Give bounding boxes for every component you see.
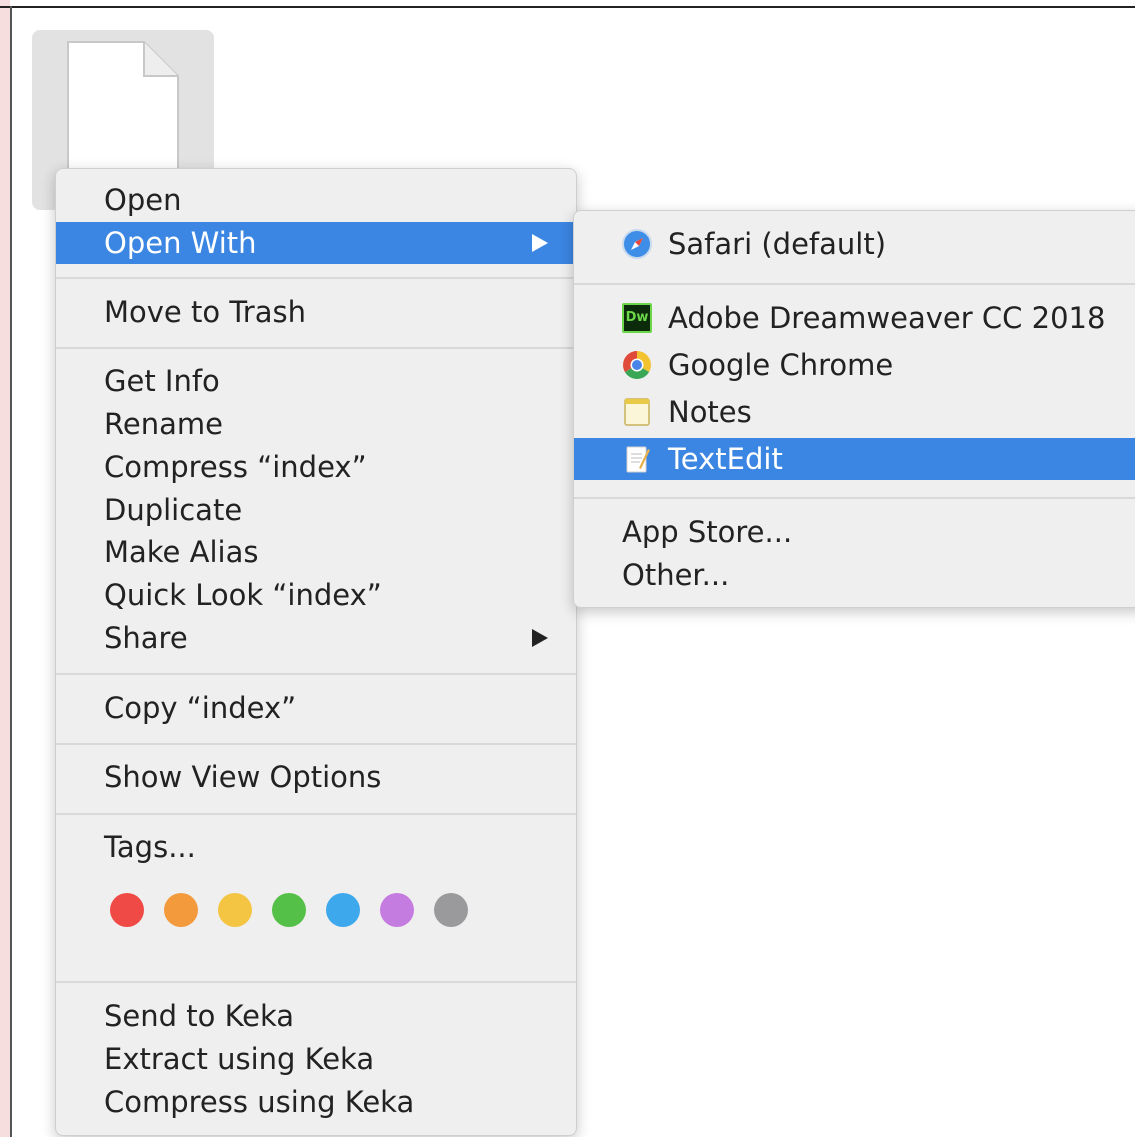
menu-item-label: Get Info — [104, 364, 220, 398]
submenu-item-safari[interactable]: Safari (default) — [574, 223, 1135, 265]
frame-top-border — [0, 6, 1135, 8]
menu-item-open-with[interactable]: Open With — [56, 222, 576, 264]
tag-green-dot[interactable] — [272, 893, 306, 927]
menu-item-label: Open — [104, 183, 182, 217]
menu-item-send-to-keka[interactable]: Send to Keka — [56, 995, 576, 1037]
menu-item-label: Extract using Keka — [104, 1042, 375, 1076]
menu-separator — [56, 743, 576, 745]
file-context-menu: Open Open With Move to Trash Get Info Re… — [55, 168, 577, 1136]
menu-item-quick-look[interactable]: Quick Look “index” — [56, 574, 576, 616]
menu-item-move-to-trash[interactable]: Move to Trash — [56, 291, 576, 333]
menu-item-open[interactable]: Open — [56, 179, 576, 221]
submenu-item-label: Adobe Dreamweaver CC 2018 — [668, 301, 1106, 335]
menu-item-compress[interactable]: Compress “index” — [56, 446, 576, 488]
menu-item-label: Move to Trash — [104, 295, 306, 329]
menu-item-tags[interactable]: Tags... — [56, 826, 576, 868]
open-with-submenu: Safari (default) Dw Adobe Dreamweaver CC… — [573, 210, 1135, 608]
menu-item-label: Open With — [104, 226, 257, 260]
submenu-item-label: App Store... — [622, 515, 793, 549]
menu-separator — [56, 347, 576, 349]
menu-item-get-info[interactable]: Get Info — [56, 360, 576, 402]
menu-item-label: Tags... — [104, 830, 196, 864]
menu-separator — [56, 673, 576, 675]
menu-separator — [56, 813, 576, 815]
left-edge-decoration — [0, 0, 10, 1137]
menu-item-label: Send to Keka — [104, 999, 295, 1033]
frame-left-border — [10, 6, 12, 1137]
menu-item-duplicate[interactable]: Duplicate — [56, 489, 576, 531]
submenu-item-chrome[interactable]: Google Chrome — [574, 344, 1135, 386]
tag-purple-dot[interactable] — [380, 893, 414, 927]
submenu-item-notes[interactable]: Notes — [574, 391, 1135, 433]
menu-separator — [56, 981, 576, 983]
menu-item-label: Quick Look “index” — [104, 578, 382, 612]
textedit-icon — [626, 446, 650, 473]
menu-item-label: Compress “index” — [104, 450, 367, 484]
tag-orange-dot[interactable] — [164, 893, 198, 927]
menu-item-show-view-options[interactable]: Show View Options — [56, 756, 576, 798]
menu-item-label: Show View Options — [104, 760, 382, 794]
notes-icon — [624, 398, 650, 426]
chrome-icon — [623, 351, 651, 379]
menu-item-rename[interactable]: Rename — [56, 403, 576, 445]
tag-yellow-dot[interactable] — [218, 893, 252, 927]
menu-item-label: Copy “index” — [104, 691, 297, 725]
submenu-item-label: TextEdit — [668, 442, 783, 476]
submenu-item-dreamweaver[interactable]: Dw Adobe Dreamweaver CC 2018 — [574, 297, 1135, 339]
menu-item-label: Duplicate — [104, 493, 243, 527]
submenu-item-label: Notes — [668, 395, 752, 429]
menu-item-label: Share — [104, 621, 188, 655]
tag-red-dot[interactable] — [110, 893, 144, 927]
menu-item-make-alias[interactable]: Make Alias — [56, 531, 576, 573]
submenu-item-app-store[interactable]: App Store... — [574, 511, 1135, 553]
menu-item-share[interactable]: Share — [56, 617, 576, 659]
menu-item-label: Rename — [104, 407, 223, 441]
submenu-item-label: Google Chrome — [668, 348, 894, 382]
menu-item-extract-using-keka[interactable]: Extract using Keka — [56, 1038, 576, 1080]
submenu-arrow-icon — [532, 234, 548, 252]
submenu-item-label: Safari (default) — [668, 227, 887, 261]
menu-item-label: Compress using Keka — [104, 1085, 415, 1119]
menu-separator — [574, 283, 1135, 285]
tag-blue-dot[interactable] — [326, 893, 360, 927]
submenu-arrow-icon — [532, 629, 548, 647]
document-file-icon[interactable] — [66, 40, 180, 180]
tag-gray-dot[interactable] — [434, 893, 468, 927]
menu-item-label: Make Alias — [104, 535, 259, 569]
submenu-item-other[interactable]: Other... — [574, 554, 1135, 596]
submenu-item-textedit[interactable]: TextEdit — [574, 438, 1135, 480]
submenu-item-label: Other... — [622, 558, 730, 592]
menu-item-compress-using-keka[interactable]: Compress using Keka — [56, 1081, 576, 1123]
menu-item-copy[interactable]: Copy “index” — [56, 687, 576, 729]
menu-separator — [574, 497, 1135, 499]
menu-separator — [56, 277, 576, 279]
safari-icon — [622, 229, 652, 259]
dreamweaver-icon: Dw — [622, 303, 652, 333]
